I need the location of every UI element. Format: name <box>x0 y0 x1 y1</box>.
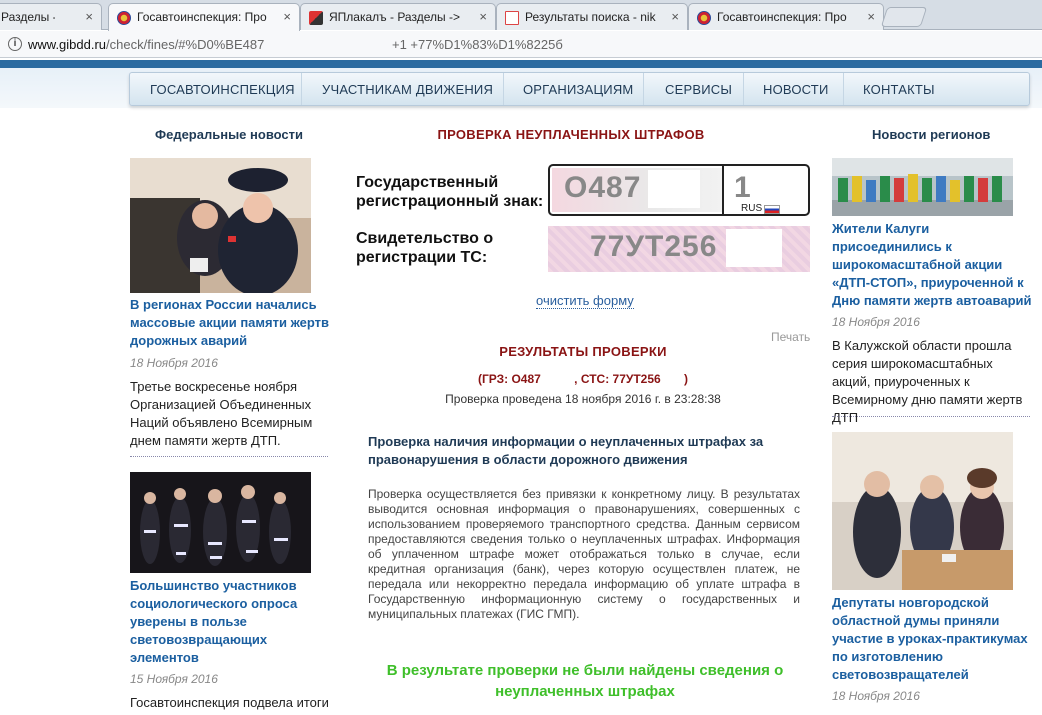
new-tab-button[interactable] <box>880 7 928 27</box>
nav-item-news[interactable]: НОВОСТИ <box>763 82 829 97</box>
nav-divider <box>843 73 844 105</box>
news-link[interactable]: Большинство участников социологического … <box>130 577 330 667</box>
reflective-elements-photo-icon <box>130 472 311 573</box>
news-photo[interactable] <box>832 158 1013 216</box>
results-timestamp: Проверка проведена 18 ноября 2016 г. в 2… <box>445 392 721 406</box>
russia-flag-icon <box>764 205 780 214</box>
news-link[interactable]: В регионах России начались массовые акци… <box>130 296 330 350</box>
results-query: (ГРЗ: О487 , СТС: 77УТ256 ) <box>477 372 689 386</box>
novgorod-deputies-photo-icon <box>832 432 1013 590</box>
nav-item-gosavtoinspektsiya[interactable]: ГОСАВТОИНСПЕКЦИЯ <box>150 82 295 97</box>
nav-divider <box>301 73 302 105</box>
redacted-area <box>754 170 794 200</box>
plate-divider <box>722 166 724 214</box>
sts-field-label: Свидетельство о регистрации ТС: <box>356 230 494 266</box>
results-heading: Проверка наличия информации о неуплаченн… <box>368 434 764 467</box>
police-officers-photo-icon <box>130 158 311 293</box>
nav-item-organizations[interactable]: ОРГАНИЗАЦИЯМ <box>523 82 633 97</box>
news-date: 18 Ноября 2016 <box>832 315 920 329</box>
main-navigation: ГОСАВТОИНСПЕКЦИЯ УЧАСТНИКАМ ДВИЖЕНИЯ ОРГ… <box>129 72 1030 106</box>
news-photo[interactable] <box>130 472 311 573</box>
clear-form-link[interactable]: очистить форму <box>536 293 634 309</box>
federal-news-title: Федеральные новости <box>155 127 303 142</box>
nav-item-services[interactable]: СЕРВИСЫ <box>665 82 732 97</box>
plate-number-input[interactable]: О487 1 RUS <box>548 164 810 216</box>
sts-number-value: 77УТ256 <box>590 230 718 263</box>
news-text: Третье воскресенье ноября Организацией О… <box>130 379 313 448</box>
news-link[interactable]: Депутаты новгородской областной думы при… <box>832 594 1032 684</box>
info-icon[interactable]: i <box>8 37 22 51</box>
regional-news-title: Новости регионов <box>872 127 991 142</box>
close-icon[interactable]: × <box>479 9 487 24</box>
news-link[interactable]: Жители Калуги присоединились к широкомас… <box>832 220 1032 310</box>
news-date: 15 Ноября 2016 <box>130 672 218 686</box>
address-bar[interactable]: i www.gibdd.ru/check/fines/#%D0%BE487 +1… <box>0 31 1042 58</box>
redacted-area <box>648 170 700 208</box>
browser-tab[interactable]: Госавтоинспекция: Про × <box>688 3 884 30</box>
plate-country-code: RUS <box>741 203 763 214</box>
sts-number-input[interactable]: 77УТ256 <box>548 226 810 272</box>
url-text[interactable]: www.gibdd.ru/check/fines/#%D0%BE487 <box>28 37 264 52</box>
site-header-strip <box>0 60 1042 68</box>
url-tail-text: +1 +77%D1%83%D1%8225б <box>392 37 563 52</box>
plate-number-value: О487 <box>564 171 642 204</box>
news-photo[interactable] <box>130 158 311 293</box>
news-text: В Калужской области прошла серия широком… <box>832 338 1023 425</box>
browser-tab-active[interactable]: Госавтоинспекция: Про × <box>108 3 300 31</box>
close-icon[interactable]: × <box>85 9 93 24</box>
nav-divider <box>743 73 744 105</box>
yaplakal-favicon-icon <box>309 11 323 25</box>
gmail-favicon-icon <box>505 11 519 25</box>
kaluga-action-photo-icon <box>832 158 1013 216</box>
news-divider <box>832 416 1030 417</box>
browser-tab[interactable]: Результаты поиска - nik × <box>496 3 688 30</box>
nav-divider <box>643 73 644 105</box>
nav-item-participants[interactable]: УЧАСТНИКАМ ДВИЖЕНИЯ <box>322 82 493 97</box>
gibdd-favicon-icon <box>117 11 131 25</box>
news-divider <box>130 456 328 457</box>
browser-tabbar: Разделы -> × Госавтоинспекция: Про × ЯПл… <box>0 0 1042 31</box>
results-description: Проверка осуществляется без привязки к к… <box>368 487 800 621</box>
nav-item-contacts[interactable]: КОНТАКТЫ <box>863 82 935 97</box>
close-icon[interactable]: × <box>671 9 679 24</box>
news-photo[interactable] <box>832 432 1013 590</box>
news-date: 18 Ноября 2016 <box>130 356 218 370</box>
plate-field-label: Государственный регистрационный знак: <box>356 174 544 210</box>
news-date: 18 Ноября 2016 <box>832 689 920 703</box>
browser-tab[interactable]: ЯПлакалъ - Разделы -> × <box>300 3 496 30</box>
close-icon[interactable]: × <box>283 9 291 24</box>
gibdd-favicon-icon <box>697 11 711 25</box>
page-title: ПРОВЕРКА НЕУПЛАЧЕННЫХ ШТРАФОВ <box>437 127 705 142</box>
close-icon[interactable]: × <box>867 9 875 24</box>
redacted-area <box>726 229 782 267</box>
print-link[interactable]: Печать <box>771 330 810 344</box>
results-status-message: В результате проверки не были найдены св… <box>386 662 784 700</box>
results-title: РЕЗУЛЬТАТЫ ПРОВЕРКИ <box>499 344 667 359</box>
nav-divider <box>503 73 504 105</box>
plate-region-value: 1 <box>734 171 752 204</box>
news-text: Госавтоинспекция подвела итоги <box>130 695 329 710</box>
browser-tab[interactable]: Разделы -> × <box>0 3 102 30</box>
